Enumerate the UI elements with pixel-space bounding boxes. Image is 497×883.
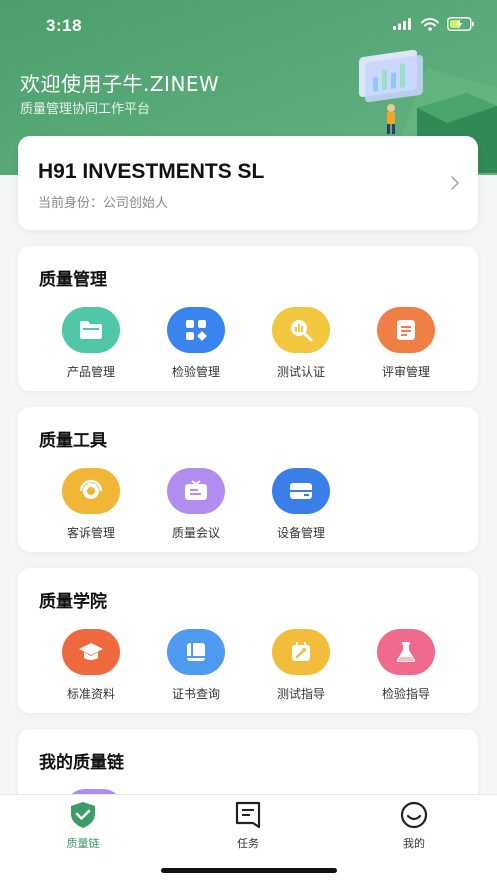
status-bar: 3:18 [0,0,497,50]
flask-icon [377,629,435,675]
headset-icon [62,468,120,514]
section-quality-tools: 质量工具 客诉管理 质量会议 设备管理 [18,407,478,552]
grid-label: 检验管理 [171,365,220,379]
section-title: 我的质量链 [39,753,124,773]
grid-label: 检验指导 [381,687,430,701]
chart-search-icon [272,307,330,353]
tab-label: 质量链 [66,837,100,850]
tool-calendar-icon [272,629,330,675]
shield-check-icon [71,802,95,828]
welcome-title: 欢迎使用子牛.ZINEW [20,72,220,96]
quality-meeting-item[interactable]: 质量会议 [151,468,241,541]
grid-label: 测试认证 [276,365,325,379]
inspection-management-item[interactable]: 检验管理 [151,307,241,380]
wifi-icon [421,17,439,31]
grid-label: 客诉管理 [66,526,115,540]
tab-tasks[interactable]: 任务 [198,801,298,851]
device-management-item[interactable]: 设备管理 [256,468,346,541]
section-quality-management: 质量管理 产品管理 检验管理 测试认证 评审管理 [18,246,478,391]
tab-me[interactable]: 我的 [364,801,464,851]
grid-icon [167,307,225,353]
product-management-item[interactable]: 产品管理 [46,307,136,380]
grid-label: 标准资料 [66,687,115,701]
status-icons [393,17,475,31]
grid-label: 设备管理 [276,526,325,540]
meeting-screen-icon [167,468,225,514]
company-role: 当前身份：公司创始人 [38,196,169,211]
section-title: 质量工具 [39,431,107,451]
home-indicator[interactable] [161,868,337,873]
company-card[interactable]: H91 INVESTMENTS SL 当前身份：公司创始人 [18,136,478,230]
task-icon [235,801,261,829]
device-icon [272,468,330,514]
inspection-guidance-item[interactable]: 检验指导 [361,629,451,702]
grid-label: 产品管理 [66,365,115,379]
status-time: 3:18 [46,16,83,35]
tab-label: 我的 [403,837,425,850]
grid-label: 证书查询 [171,687,220,701]
review-management-item[interactable]: 评审管理 [361,307,451,380]
document-icon [377,307,435,353]
grid-label: 评审管理 [381,365,430,379]
section-title: 质量管理 [39,270,107,290]
grid-label: 测试指导 [276,687,325,701]
complaint-management-item[interactable]: 客诉管理 [46,468,136,541]
book-icon [167,629,225,675]
grid-label: 质量会议 [171,526,220,540]
company-name: H91 INVESTMENTS SL [38,160,265,183]
test-certification-item[interactable]: 测试认证 [256,307,346,380]
tab-quality-chain[interactable]: 质量链 [33,801,133,851]
tab-label: 任务 [237,837,259,850]
smile-icon [400,801,428,829]
test-guidance-item[interactable]: 测试指导 [256,629,346,702]
section-quality-academy: 质量学院 标准资料 证书查询 测试指导 检验指导 [18,568,478,713]
folder-icon [62,307,120,353]
welcome-subtitle: 质量管理协同工作平台 [20,102,151,117]
certificate-query-item[interactable]: 证书查询 [151,629,241,702]
signal-icon [393,18,411,30]
battery-charging-icon [447,17,474,31]
section-title: 质量学院 [39,592,107,612]
standard-materials-item[interactable]: 标准资料 [46,629,136,702]
graduation-cap-icon [62,629,120,675]
chevron-right-icon [451,176,460,190]
